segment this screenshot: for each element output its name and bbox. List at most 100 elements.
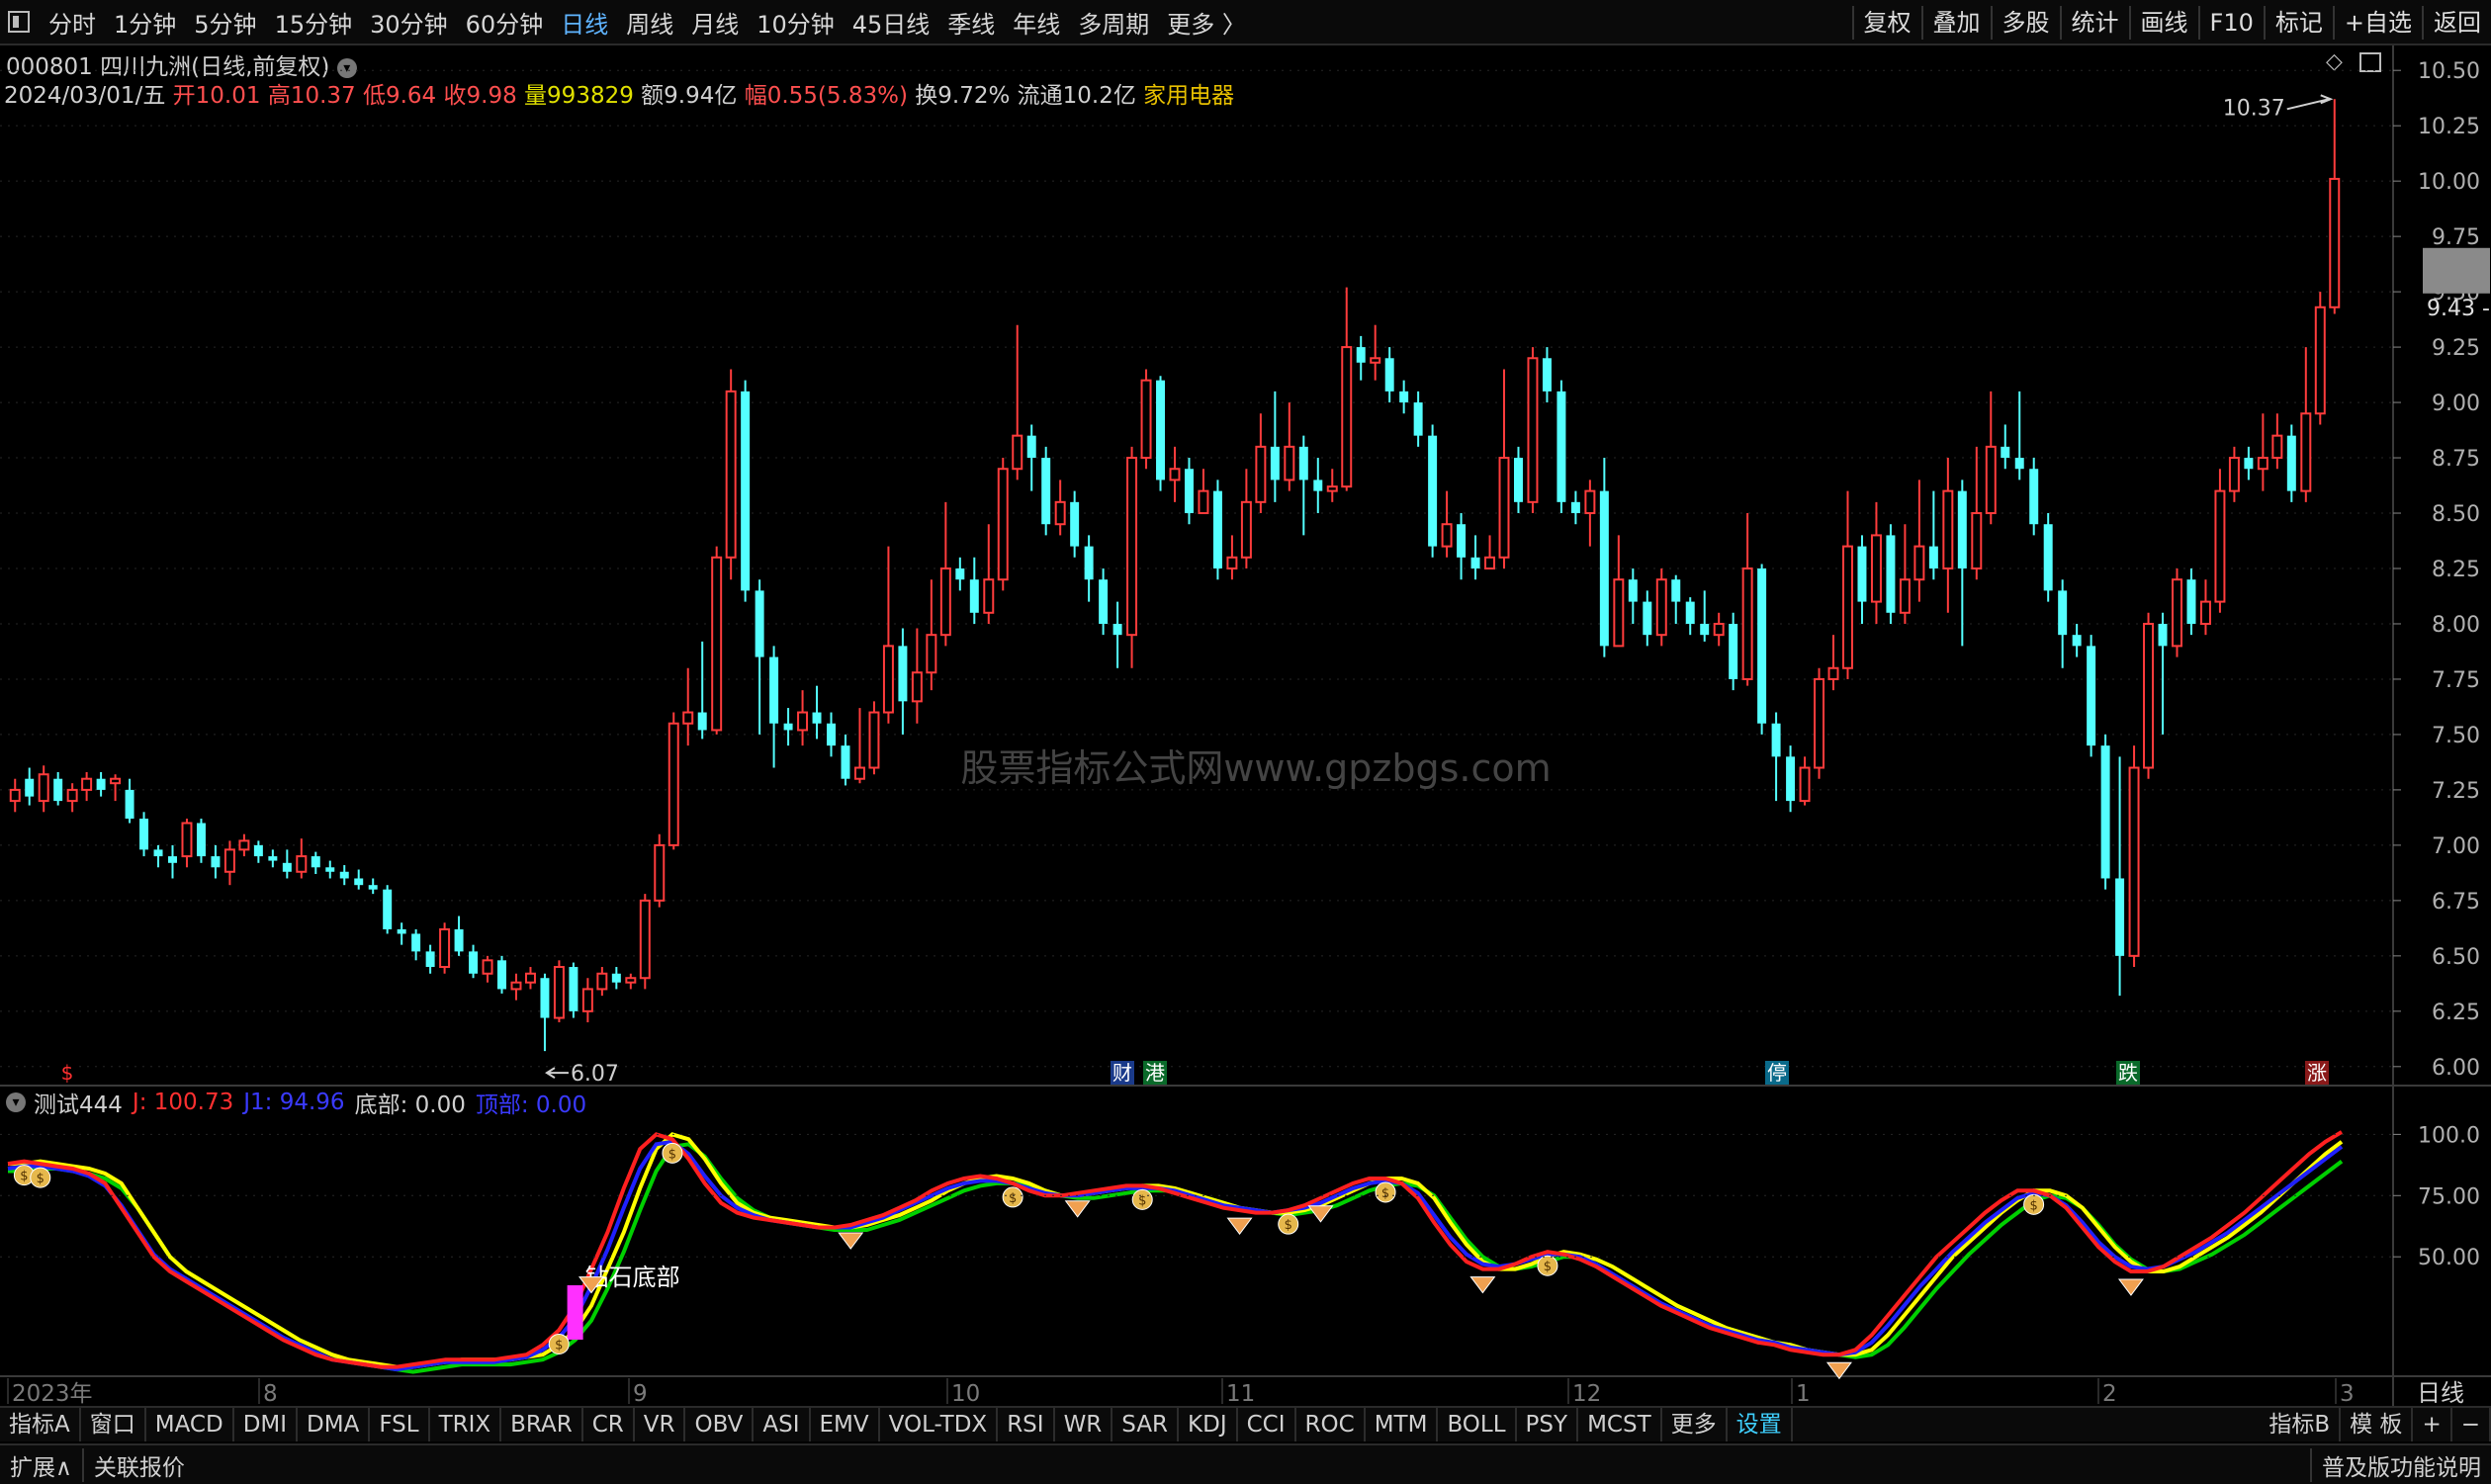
candle-body[interactable] xyxy=(1140,379,1152,460)
indicator-tab[interactable]: 更多 xyxy=(1662,1408,1728,1441)
candle-body[interactable] xyxy=(581,988,593,1012)
candle-body[interactable] xyxy=(997,468,1009,581)
indicator-tab[interactable]: OBV xyxy=(685,1408,755,1441)
candle-body[interactable] xyxy=(2043,524,2053,591)
candle-body[interactable] xyxy=(625,977,637,984)
help-link[interactable]: 普及版功能说明 xyxy=(2310,1447,2491,1482)
candle-body[interactable] xyxy=(1041,458,1051,525)
candle-body[interactable] xyxy=(654,843,666,902)
candle-body[interactable] xyxy=(368,885,378,890)
candle-body[interactable] xyxy=(540,978,550,1018)
candle-body[interactable] xyxy=(1527,357,1539,503)
indicator-tab[interactable]: ASI xyxy=(754,1408,811,1441)
candle-body[interactable] xyxy=(1026,435,1036,459)
candle-body[interactable] xyxy=(1384,358,1394,392)
candle-body[interactable] xyxy=(1671,579,1681,602)
candle-body[interactable] xyxy=(1084,546,1094,580)
candle-body[interactable] xyxy=(1713,622,1725,637)
candle-body[interactable] xyxy=(9,788,21,803)
indicator-tab[interactable]: CCI xyxy=(1238,1408,1296,1441)
candle-body[interactable] xyxy=(697,712,707,731)
candle-body[interactable] xyxy=(469,951,479,974)
indicator-tab-right[interactable]: 模 板 xyxy=(2341,1408,2414,1441)
candle-body[interactable] xyxy=(2214,489,2226,603)
candle-body[interactable] xyxy=(1169,468,1181,481)
candle-body[interactable] xyxy=(1198,489,1209,515)
candle-body[interactable] xyxy=(1799,766,1811,803)
candle-body[interactable] xyxy=(223,848,235,873)
collapse-icon[interactable]: ▾ xyxy=(6,1092,26,1112)
candle-body[interactable] xyxy=(868,711,880,769)
candle-body[interactable] xyxy=(682,711,694,725)
candle-body[interactable] xyxy=(2286,435,2296,491)
candle-body[interactable] xyxy=(354,878,364,886)
candle-body[interactable] xyxy=(1542,358,1552,392)
candle-body[interactable] xyxy=(1757,568,1767,724)
candle-body[interactable] xyxy=(397,928,406,934)
candle-body[interactable] xyxy=(741,391,751,591)
candle-body[interactable] xyxy=(1313,480,1323,491)
candle-body[interactable] xyxy=(1212,490,1222,568)
candle-body[interactable] xyxy=(1298,446,1308,480)
candle-body[interactable] xyxy=(110,777,122,785)
candle-body[interactable] xyxy=(238,839,250,851)
candle-body[interactable] xyxy=(2300,412,2312,492)
candle-body[interactable] xyxy=(1255,445,1267,503)
candle-body[interactable] xyxy=(841,745,850,779)
indicator-tab[interactable]: FSL xyxy=(370,1408,430,1441)
candle-body[interactable] xyxy=(2128,766,2140,957)
candle-body[interactable] xyxy=(1441,523,1453,548)
indicator-tab[interactable]: VOL-TDX xyxy=(880,1408,999,1441)
candle-body[interactable] xyxy=(1741,567,1753,680)
candle-body[interactable] xyxy=(1498,457,1510,559)
candle-body[interactable] xyxy=(53,778,63,802)
candle-body[interactable] xyxy=(827,723,837,746)
indicator-tab[interactable]: RSI xyxy=(998,1408,1055,1441)
candle-body[interactable] xyxy=(1957,490,1967,568)
candle-body[interactable] xyxy=(2257,457,2269,471)
candle-body[interactable] xyxy=(1570,501,1580,514)
candle-body[interactable] xyxy=(783,723,793,731)
candle-body[interactable] xyxy=(1613,578,1625,648)
candle-body[interactable] xyxy=(125,789,134,820)
candle-body[interactable] xyxy=(181,822,193,858)
candle-body[interactable] xyxy=(969,579,979,613)
candle-body[interactable] xyxy=(755,590,764,657)
expand-button[interactable]: 扩展∧ xyxy=(0,1448,82,1482)
candle-body[interactable] xyxy=(1913,545,1925,581)
candle-body[interactable] xyxy=(2172,578,2182,648)
candle-body[interactable] xyxy=(1942,489,1954,569)
indicator-tab[interactable]: ROC xyxy=(1296,1408,1366,1441)
candle-body[interactable] xyxy=(939,567,951,637)
candle-body[interactable] xyxy=(1341,346,1353,488)
candle-body[interactable] xyxy=(1428,435,1438,547)
candle-body[interactable] xyxy=(1226,556,1238,569)
candle-body[interactable] xyxy=(926,634,937,674)
indicator-tab[interactable]: WR xyxy=(1055,1408,1113,1441)
candle-body[interactable] xyxy=(2115,878,2125,956)
candle-body[interactable] xyxy=(139,819,149,850)
indicator-tab[interactable]: VR xyxy=(635,1408,686,1441)
candle-body[interactable] xyxy=(454,928,464,952)
candle-body[interactable] xyxy=(96,778,106,790)
candle-body[interactable] xyxy=(639,899,651,980)
candle-body[interactable] xyxy=(1599,490,1609,647)
candle-body[interactable] xyxy=(1399,391,1409,403)
candle-body[interactable] xyxy=(81,777,93,791)
candle-body[interactable] xyxy=(611,973,621,983)
candle-body[interactable] xyxy=(1513,458,1523,502)
candle-body[interactable] xyxy=(1184,469,1194,514)
candle-body[interactable] xyxy=(1814,677,1825,769)
candle-body[interactable] xyxy=(983,578,995,614)
candle-body[interactable] xyxy=(1985,445,1997,515)
candle-body[interactable] xyxy=(1857,546,1867,602)
candle-body[interactable] xyxy=(1370,357,1381,364)
candle-body[interactable] xyxy=(1655,578,1667,637)
indicator-tab[interactable]: DMA xyxy=(298,1408,371,1441)
candle-body[interactable] xyxy=(769,656,779,724)
candle-body[interactable] xyxy=(211,856,221,868)
candle-body[interactable] xyxy=(898,646,908,702)
candle-body[interactable] xyxy=(1470,557,1480,568)
candle-body[interactable] xyxy=(1771,723,1781,757)
candle-body[interactable] xyxy=(1628,579,1638,602)
